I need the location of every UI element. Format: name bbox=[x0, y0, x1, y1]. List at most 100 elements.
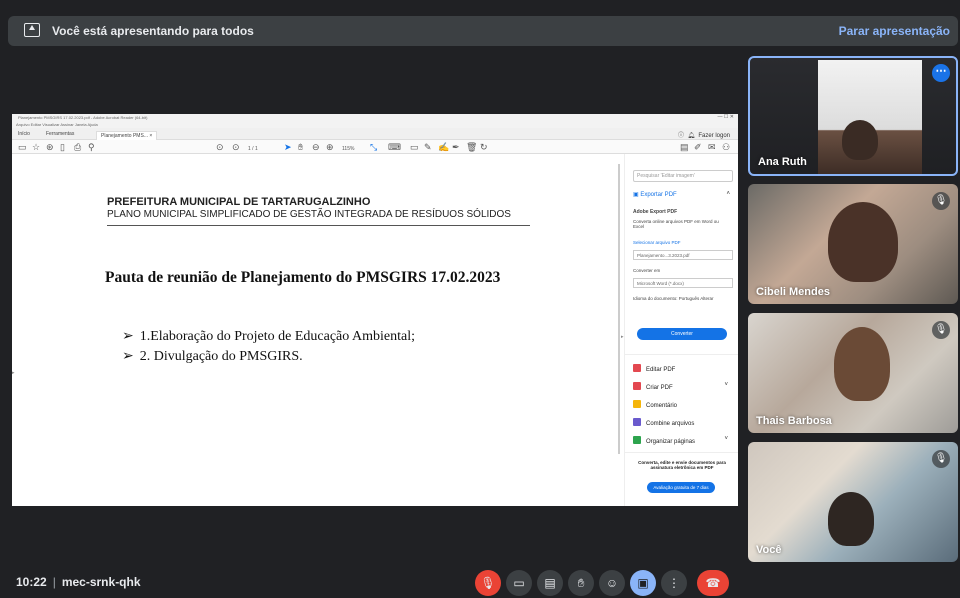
tool-organize[interactable]: Organizar páginas bbox=[633, 436, 695, 446]
pdf-header-1: PREFEITURA MUNICIPAL DE TARTARUGALZINHO bbox=[107, 196, 371, 208]
window-title-text: Planejamento PMSGIRS 17.02.2023.pdf - Ad… bbox=[18, 115, 148, 120]
highlight-icon[interactable]: ✍ bbox=[438, 142, 449, 152]
pane-divider bbox=[625, 452, 738, 453]
tool-create-pdf[interactable]: Criar PDF bbox=[633, 382, 673, 392]
more-options-icon[interactable]: ⋯ bbox=[932, 64, 950, 82]
top-bar: Você está apresentando para todos Parar … bbox=[0, 0, 960, 56]
rotate-icon[interactable]: ↻ bbox=[480, 142, 488, 152]
selected-file[interactable]: Planejamento...3.2023.pdf bbox=[633, 250, 733, 260]
scan-icon[interactable]: ▤ bbox=[680, 142, 689, 152]
free-trial-button[interactable]: Avaliação gratuita de 7 dias bbox=[647, 482, 715, 493]
convert-button[interactable]: Converter bbox=[637, 328, 727, 340]
help-icon[interactable]: ⓘ bbox=[678, 133, 684, 139]
format-select[interactable]: Microsoft Word (*.docx) bbox=[633, 278, 733, 288]
bullet-arrow-icon: ➢ bbox=[122, 329, 134, 344]
comment-tool-icon bbox=[633, 400, 641, 408]
captions-icon: ▤ bbox=[544, 576, 556, 590]
sign-icon[interactable]: ✒ bbox=[452, 142, 460, 152]
fit-icon[interactable]: ⤡ bbox=[370, 142, 377, 152]
participant-figure bbox=[828, 492, 874, 546]
tool-label: Editar PDF bbox=[646, 367, 676, 373]
tab-home[interactable]: Início bbox=[18, 131, 30, 137]
cloud-icon[interactable]: ⊛ bbox=[46, 142, 54, 152]
acrobat-toolbar: ▭ ☆ ⊛ ▯ ⎙ ⚲ ⊙ ⊙ 1 / 1 ➤ ✋︎ ⊖ ⊕ 115% ⤡ ⌨ … bbox=[12, 140, 738, 154]
tool-combine[interactable]: Combine arquivos bbox=[633, 418, 694, 428]
meeting-info: 10:22 | mec-srnk-qhk bbox=[16, 575, 141, 589]
select-pdf-link[interactable]: Selecionar arquivo PDF bbox=[633, 240, 729, 245]
participant-figure bbox=[842, 120, 878, 160]
hand-icon: ✋︎ bbox=[577, 576, 585, 590]
pdf-header-2: PLANO MUNICIPAL SIMPLIFICADO DE GESTÃO I… bbox=[107, 209, 511, 220]
participant-video bbox=[818, 60, 922, 174]
participant-tile[interactable]: 🎙︎ Você bbox=[748, 442, 958, 562]
acrobat-tools-pane: ▸ Pesquisar 'Editar imagem' ▣ Exportar P… bbox=[621, 154, 738, 506]
presenting-message: Você está apresentando para todos bbox=[52, 24, 254, 38]
more-options-button[interactable]: ⋮ bbox=[661, 570, 687, 596]
export-pdf-header[interactable]: ▣ Exportar PDF bbox=[633, 191, 677, 198]
select-cursor-icon[interactable]: ➤ bbox=[284, 142, 292, 152]
camera-icon: ▭ bbox=[513, 576, 525, 590]
pdf-page: ▸ PREFEITURA MUNICIPAL DE TARTARUGALZINH… bbox=[12, 154, 618, 506]
participant-name: Cibeli Mendes bbox=[756, 286, 830, 298]
chevron-down-icon[interactable]: ˅ bbox=[724, 382, 728, 388]
pen-icon[interactable]: ✎ bbox=[424, 142, 432, 152]
search-icon[interactable]: ⚲ bbox=[88, 142, 95, 152]
mic-off-icon: 🎙︎ bbox=[932, 321, 950, 339]
tab-tools[interactable]: Ferramentas bbox=[46, 131, 74, 137]
print-icon[interactable]: ⎙ bbox=[74, 142, 81, 152]
participant-figure bbox=[828, 202, 898, 282]
camera-toggle-button[interactable]: ▭ bbox=[506, 570, 532, 596]
zoom-out-icon[interactable]: ⊖ bbox=[312, 142, 320, 152]
save-icon[interactable]: ▯ bbox=[60, 142, 65, 152]
signin-button[interactable]: Fazer logon bbox=[698, 133, 730, 139]
captions-button[interactable]: ▤ bbox=[537, 570, 563, 596]
adobe-export-title: Adobe Export PDF bbox=[633, 209, 678, 215]
zoom-level[interactable]: 115% bbox=[342, 144, 354, 154]
mic-toggle-button[interactable]: 🎙︎ bbox=[475, 570, 501, 596]
sign-tool-icon[interactable]: ✐ bbox=[694, 142, 702, 152]
hand-icon[interactable]: ✋︎ bbox=[298, 142, 303, 152]
page-up-icon[interactable]: ⊙ bbox=[216, 142, 224, 152]
acrobat-tabs: Início Ferramentas Planejamento PMS... ×… bbox=[12, 128, 738, 140]
pane-toggle-icon[interactable]: ▸ bbox=[621, 334, 624, 340]
bottom-bar: 10:22 | mec-srnk-qhk 🎙︎ ▭ ▤ ✋︎ ☺ ▣ ⋮ ☎ bbox=[0, 566, 960, 598]
new-file-icon[interactable]: ▭ bbox=[18, 142, 27, 152]
separator: | bbox=[52, 575, 56, 589]
tool-edit-pdf[interactable]: Editar PDF bbox=[633, 364, 675, 374]
participant-tile[interactable]: 🎙︎ Cibeli Mendes bbox=[748, 184, 958, 304]
emoji-icon: ☺ bbox=[605, 576, 619, 590]
pdf-scrollbar[interactable] bbox=[618, 164, 620, 454]
delete-icon[interactable]: 🗑︎ bbox=[466, 142, 477, 152]
leave-call-button[interactable]: ☎ bbox=[697, 570, 729, 596]
mic-off-icon: 🎙︎ bbox=[932, 192, 950, 210]
window-controls[interactable]: — ☐ ✕ bbox=[718, 114, 734, 121]
mail-icon[interactable]: ✉ bbox=[708, 142, 716, 152]
pdf-divider bbox=[107, 225, 530, 226]
mic-off-icon: 🎙︎ bbox=[932, 450, 950, 468]
stop-presenting-button[interactable]: Parar apresentação bbox=[839, 24, 950, 38]
tools-search-input[interactable]: Pesquisar 'Editar imagem' bbox=[633, 170, 733, 182]
left-panel-toggle-icon[interactable]: ▸ bbox=[12, 370, 15, 376]
bullet-arrow-icon: ➢ bbox=[122, 349, 134, 364]
page-down-icon[interactable]: ⊙ bbox=[232, 142, 240, 152]
create-pdf-icon bbox=[633, 382, 641, 390]
tool-comment[interactable]: Comentário bbox=[633, 400, 677, 410]
chevron-up-icon[interactable]: ˄ bbox=[726, 191, 730, 197]
share-icon[interactable]: ⚇ bbox=[722, 142, 730, 152]
raise-hand-button[interactable]: ✋︎ bbox=[568, 570, 594, 596]
acrobat-menu[interactable]: Arquivo Editar Visualizar Assinar Janela… bbox=[12, 121, 738, 128]
zoom-in-icon[interactable]: ⊕ bbox=[326, 142, 334, 152]
comment-icon[interactable]: ▭ bbox=[410, 142, 419, 152]
meeting-code[interactable]: mec-srnk-qhk bbox=[62, 575, 141, 589]
bell-icon[interactable]: 🔔︎ bbox=[687, 133, 695, 139]
keyboard-icon[interactable]: ⌨ bbox=[388, 142, 401, 152]
reactions-button[interactable]: ☺ bbox=[599, 570, 625, 596]
document-language[interactable]: Idioma do documento: Português Alterar bbox=[633, 296, 729, 301]
star-icon[interactable]: ☆ bbox=[32, 142, 40, 152]
participant-tile[interactable]: ⋯ Ana Ruth bbox=[748, 56, 958, 176]
present-button[interactable]: ▣ bbox=[630, 570, 656, 596]
tab-document[interactable]: Planejamento PMS... × bbox=[96, 131, 158, 140]
presenting-banner: Você está apresentando para todos Parar … bbox=[8, 16, 958, 46]
participant-tile[interactable]: 🎙︎ Thais Barbosa bbox=[748, 313, 958, 433]
chevron-down-icon[interactable]: ˅ bbox=[724, 436, 728, 442]
